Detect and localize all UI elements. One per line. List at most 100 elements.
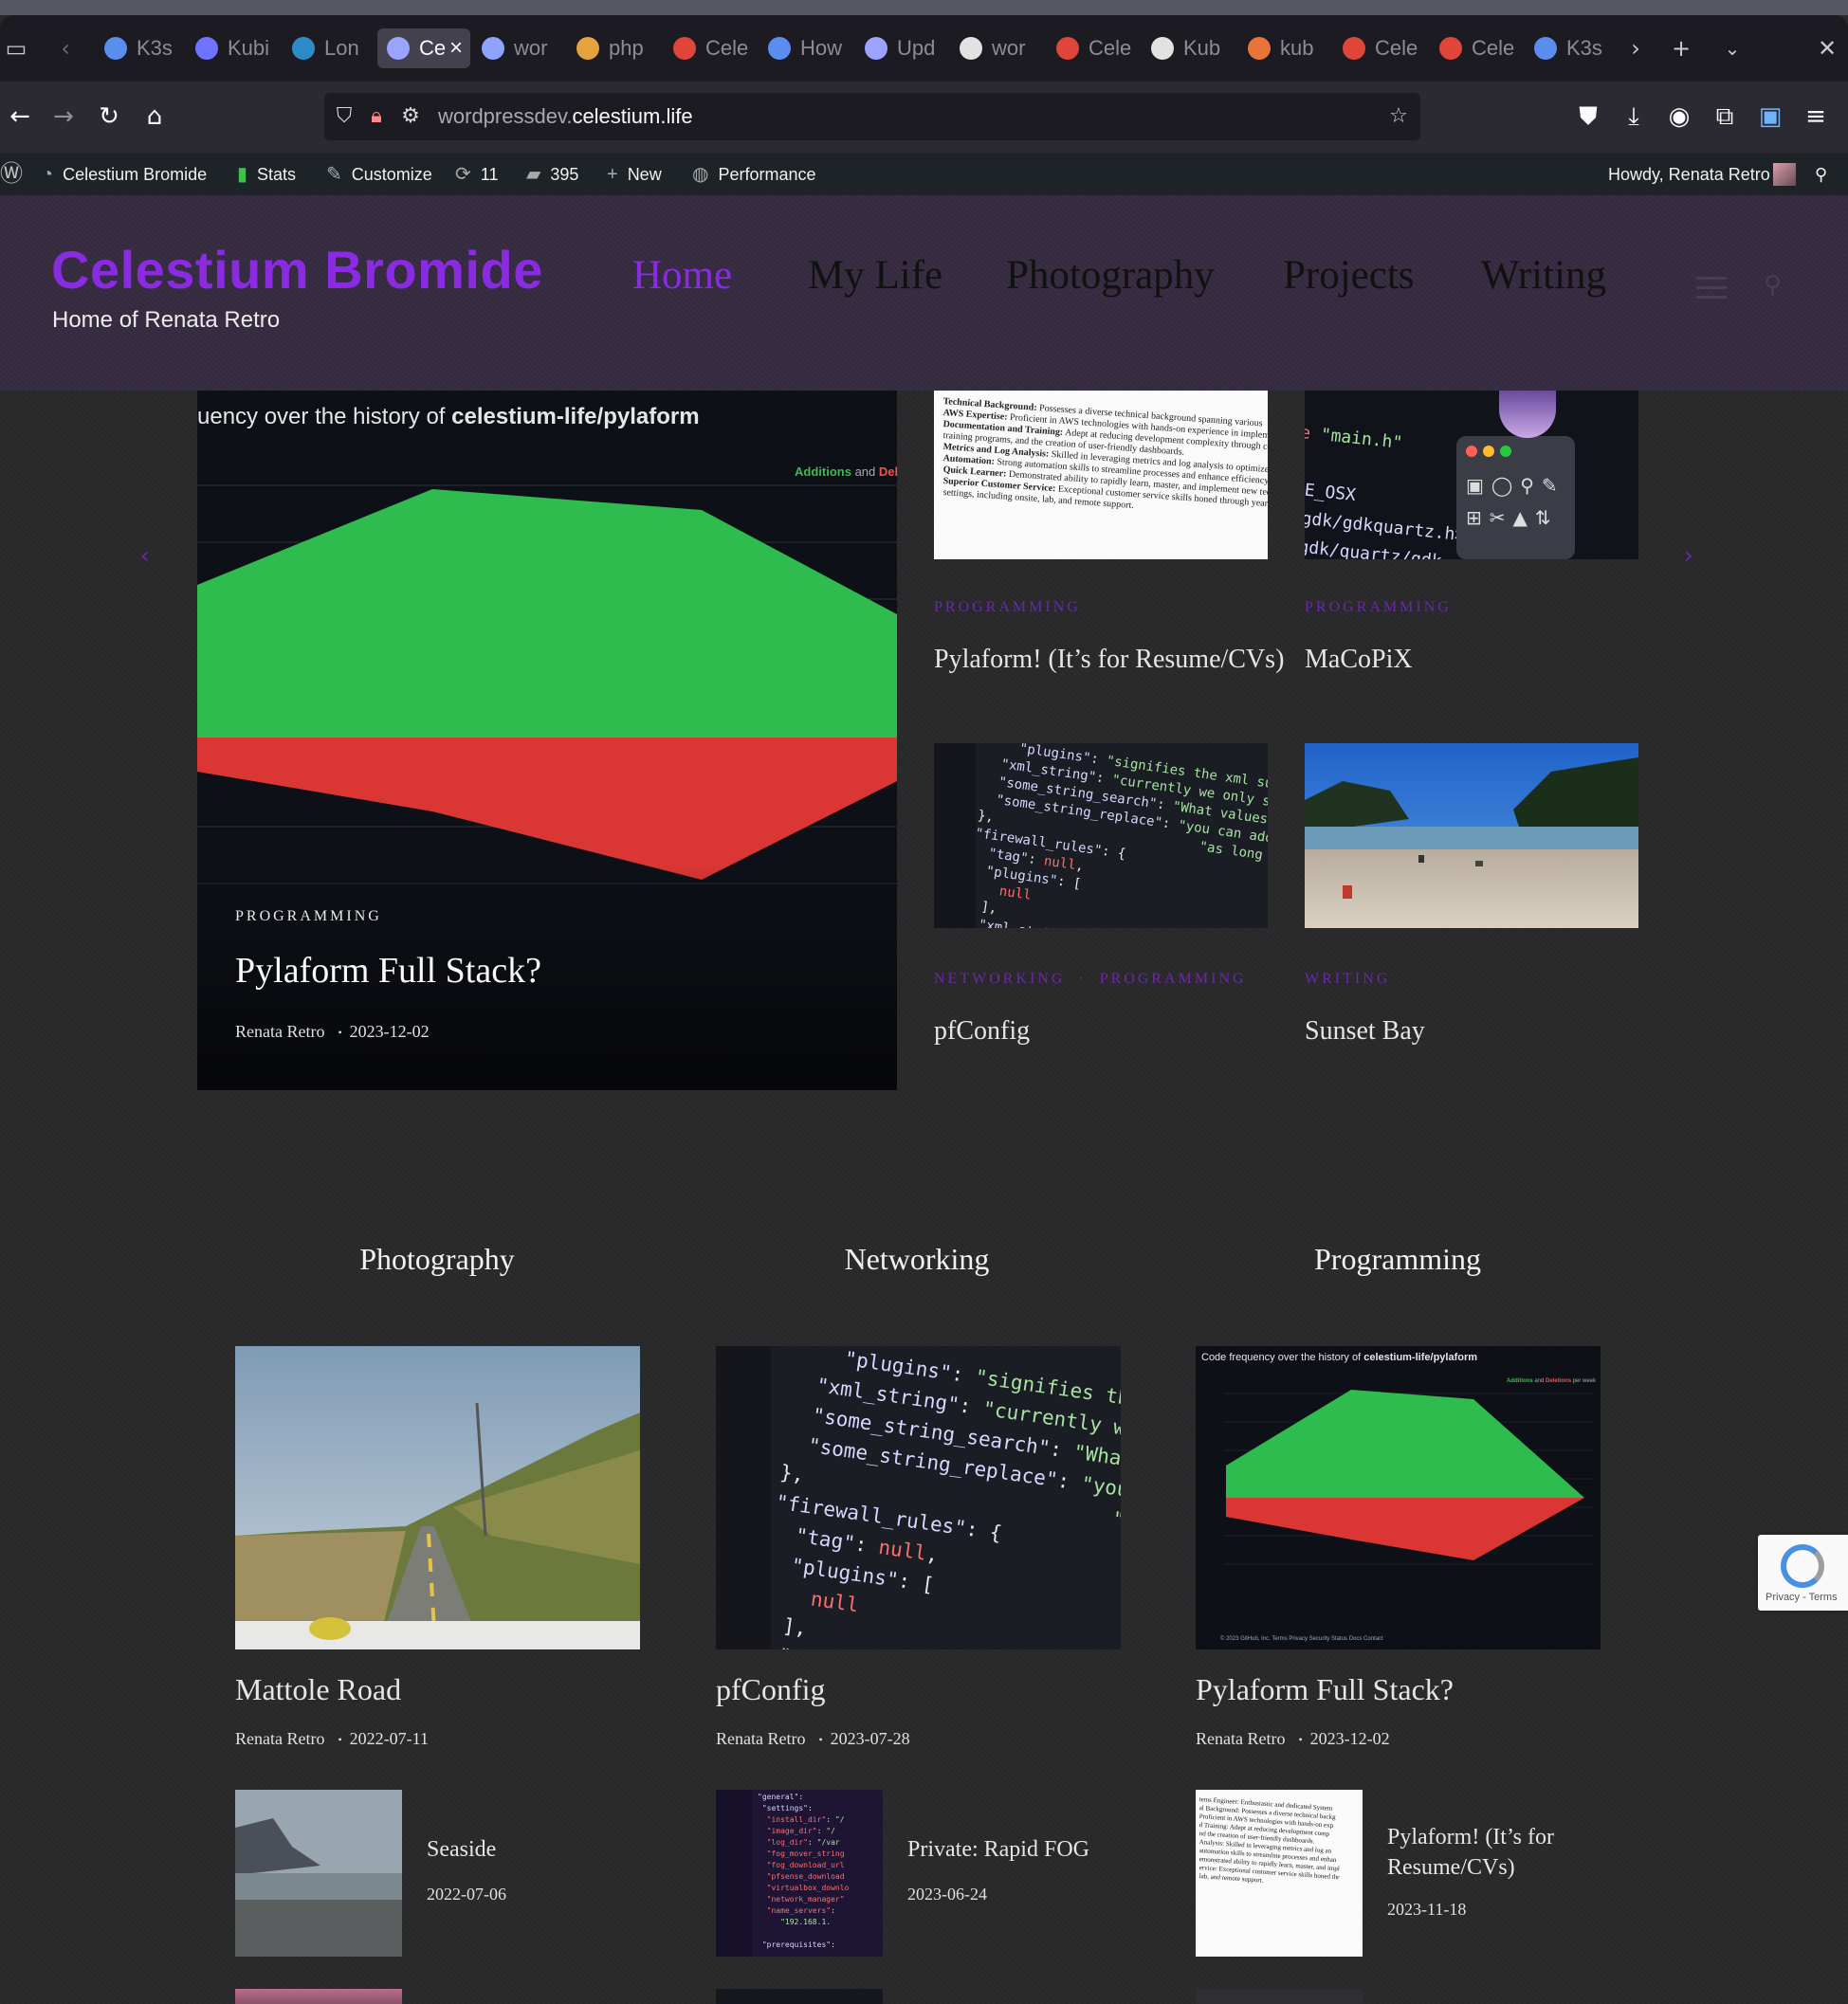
post-thumb-seaside[interactable] — [235, 1790, 402, 1957]
featured-grid-thumb-sunset-bay[interactable] — [1305, 743, 1638, 928]
recaptcha-privacy-terms[interactable]: Privacy - Terms — [1766, 1592, 1838, 1603]
browser-tab[interactable]: Cele — [664, 28, 753, 68]
featured-main-card[interactable]: uency over the history of celestium-life… — [197, 391, 897, 1090]
networking-secondary-title[interactable]: Private: Rapid FOG — [907, 1837, 1089, 1863]
programming-main-title[interactable]: Pylaform Full Stack? — [1196, 1672, 1454, 1707]
account-icon[interactable]: ◉ — [1661, 99, 1697, 135]
menu-item-writing[interactable]: Writing — [1481, 252, 1606, 299]
back-icon[interactable]: ← — [2, 99, 38, 135]
browser-tab[interactable]: wor — [950, 28, 1039, 68]
featured-grid-1-category[interactable]: PROGRAMMING — [934, 599, 1081, 616]
author-link[interactable]: Renata Retro — [1196, 1729, 1285, 1748]
post-thumb-pfconfig[interactable]: "plugins": "signifies the xml sub "xml_s… — [716, 1346, 1121, 1649]
featured-main-category[interactable]: PROGRAMMING — [235, 908, 382, 925]
post-thumb-pylaform-full-stack[interactable]: Code frequency over the history of celes… — [1196, 1346, 1601, 1649]
browser-tab[interactable]: Cele — [1333, 28, 1422, 68]
browser-tab[interactable]: Ce × — [377, 28, 470, 68]
wordpress-logo-icon[interactable]: Ⓦ — [0, 154, 32, 195]
browser-tab[interactable]: Kubi — [186, 28, 275, 68]
browser-tab[interactable]: Kub — [1142, 28, 1231, 68]
featured-grid-3-title[interactable]: pfConfig — [934, 1016, 1030, 1047]
section-heading-photography[interactable]: Photography — [234, 1242, 640, 1277]
slider-next-arrow-icon[interactable]: › — [1684, 542, 1693, 569]
home-icon[interactable]: ⌂ — [137, 99, 173, 135]
hamburger-menu-icon[interactable] — [1696, 277, 1727, 300]
app-menu-icon[interactable]: ≡ — [1798, 99, 1834, 135]
browser-tab[interactable]: How — [759, 28, 848, 68]
featured-grid-thumb-pfconfig[interactable]: "plugins": "signifies the xml subgroup u… — [934, 743, 1268, 928]
post-thumb-mattole-road[interactable] — [235, 1346, 640, 1649]
photography-secondary-title[interactable]: Seaside — [427, 1837, 496, 1863]
networking-main-title[interactable]: pfConfig — [716, 1672, 826, 1707]
site-title[interactable]: Celestium Bromide — [51, 239, 543, 301]
new-tab-icon[interactable]: + — [1665, 32, 1697, 64]
featured-grid-1-title[interactable]: Pylaform! (It’s for Resume/CVs) — [934, 645, 1284, 675]
adminbar-site[interactable]: ◔ Celestium Bromide — [42, 154, 207, 195]
featured-grid-2-title[interactable]: MaCoPiX — [1305, 645, 1413, 675]
programming-secondary-title[interactable]: Pylaform! (It’s for Resume/CVs) — [1387, 1822, 1554, 1883]
lock-icon[interactable]: 🔒︎ — [360, 100, 393, 133]
reload-icon[interactable]: ↻ — [91, 99, 127, 135]
adminbar-comments[interactable]: ▰ 395 — [526, 154, 578, 195]
post-thumb-partial[interactable] — [235, 1989, 402, 2004]
adminbar-howdy[interactable]: Howdy, Renata Retro — [1608, 154, 1770, 195]
menu-item-home[interactable]: Home — [632, 252, 732, 299]
adminbar-performance[interactable]: ◍ Performance — [692, 154, 816, 195]
menu-item-photography[interactable]: Photography — [1006, 252, 1215, 299]
close-tab-icon[interactable]: × — [449, 28, 463, 68]
browser-tab[interactable]: K3s — [1525, 28, 1614, 68]
browser-tab[interactable]: kub — [1238, 28, 1327, 68]
featured-main-title[interactable]: Pylaform Full Stack? — [235, 950, 541, 992]
permissions-icon[interactable]: ⚙ — [394, 100, 427, 133]
category-link-programming[interactable]: PROGRAMMING — [1100, 971, 1247, 987]
adminbar-stats[interactable]: ▮ Stats — [237, 154, 296, 195]
featured-grid-4-title[interactable]: Sunset Bay — [1305, 1016, 1425, 1047]
photography-main-title[interactable]: Mattole Road — [235, 1672, 401, 1707]
browser-tab[interactable]: wor — [472, 28, 561, 68]
browser-tab[interactable]: Upd — [855, 28, 944, 68]
forward-icon[interactable]: → — [46, 99, 82, 135]
featured-grid-4-category[interactable]: WRITING — [1305, 971, 1390, 988]
featured-grid-thumb-pylaform-cv[interactable]: Technical Background: Possesses a divers… — [934, 391, 1268, 559]
container-icon[interactable]: ▣ — [1752, 99, 1788, 135]
author-link[interactable]: Renata Retro — [716, 1729, 805, 1748]
adminbar-search-icon[interactable]: ⚲ — [1815, 154, 1827, 195]
address-bar[interactable]: ⛉ 🔒︎ ⚙ wordpressdev.celestium.life ☆ — [324, 93, 1420, 140]
browser-tab[interactable]: Lon — [283, 28, 372, 68]
featured-grid-2-category[interactable]: PROGRAMMING — [1305, 599, 1452, 616]
shield-icon[interactable]: ⛉ — [328, 100, 360, 133]
post-thumb-partial[interactable] — [716, 1989, 883, 2004]
bookmark-star-icon[interactable]: ☆ — [1382, 100, 1415, 133]
recaptcha-badge[interactable]: Privacy - Terms — [1758, 1535, 1848, 1611]
adminbar-updates[interactable]: ⟳ 11 — [455, 154, 498, 195]
extensions-icon[interactable]: ⧉ — [1707, 99, 1743, 135]
adminbar-customize[interactable]: ✎ Customize — [326, 154, 432, 195]
url-text[interactable]: wordpressdev.celestium.life — [438, 93, 693, 140]
category-link-networking[interactable]: NETWORKING — [934, 971, 1065, 987]
browser-tab[interactable]: Cele — [1430, 28, 1519, 68]
browser-tab[interactable]: php — [567, 28, 656, 68]
post-thumb-pylaform-cv[interactable]: tems Engineer: Enthusiastic and dedicate… — [1196, 1790, 1363, 1957]
tab-scroll-left-icon[interactable]: ‹ — [49, 32, 82, 64]
list-all-tabs-icon[interactable]: ⌄ — [1716, 32, 1748, 64]
menu-item-my-life[interactable]: My Life — [808, 252, 942, 299]
menu-item-projects[interactable]: Projects — [1283, 252, 1415, 299]
search-icon[interactable]: ⚲ — [1764, 271, 1782, 300]
section-heading-networking[interactable]: Networking — [714, 1242, 1120, 1277]
post-thumb-partial[interactable] — [1196, 1989, 1363, 2004]
tab-scroll-right-icon[interactable]: › — [1619, 32, 1652, 64]
tab-overview-icon[interactable]: ▭ — [0, 32, 32, 64]
downloads-icon[interactable]: ⤓ — [1616, 99, 1652, 135]
section-heading-programming[interactable]: Programming — [1195, 1242, 1601, 1277]
slider-prev-arrow-icon[interactable]: ‹ — [140, 542, 150, 569]
author-link[interactable]: Renata Retro — [235, 1022, 324, 1041]
browser-tab[interactable]: K3s — [95, 28, 184, 68]
post-thumb-rapid-fog[interactable]: "general": "settings": "install_dir": "/… — [716, 1790, 883, 1957]
author-link[interactable]: Renata Retro — [235, 1729, 324, 1748]
user-avatar[interactable] — [1773, 163, 1796, 186]
adminbar-new[interactable]: + New — [607, 154, 662, 195]
pocket-icon[interactable]: ⛊ — [1570, 99, 1606, 135]
close-window-icon[interactable]: ✕ — [1811, 32, 1843, 64]
featured-grid-thumb-macopix[interactable]: e "main.h" SE_OSX <gdk/gdkquartz.h> <gdk… — [1305, 391, 1638, 559]
browser-tab[interactable]: Cele — [1047, 28, 1136, 68]
